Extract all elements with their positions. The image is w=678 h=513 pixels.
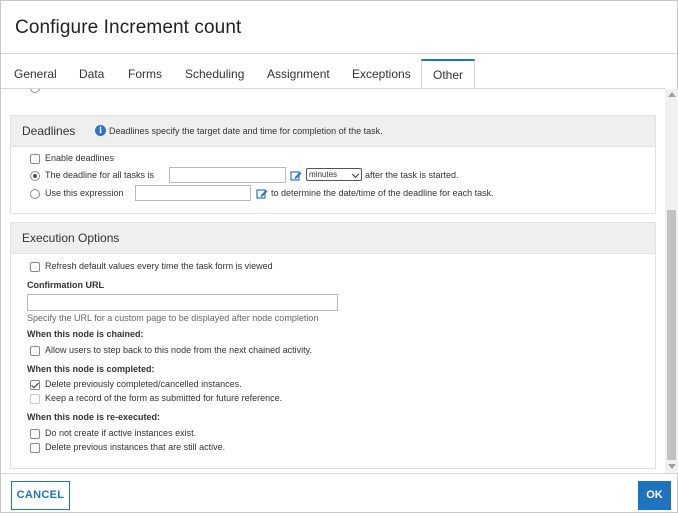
deadline-expression-input[interactable] [135,185,251,201]
refresh-defaults-checkbox[interactable] [30,262,40,272]
deadline-expression-after-text: to determine the date/time of the deadli… [271,188,494,198]
edit-icon[interactable] [256,188,268,200]
deadline-unit-select[interactable]: minutes [306,168,362,181]
ok-button[interactable]: OK [638,481,671,510]
chevron-down-icon [351,170,360,179]
tab-content: Deadlines i Deadlines specify the target… [1,89,665,473]
delete-active-checkbox[interactable] [30,443,40,453]
execution-options-title: Execution Options [22,231,120,245]
configure-dialog: Configure Increment count General Data F… [0,0,678,513]
tab-assignment[interactable]: Assignment [265,59,332,89]
deadline-fixed-input[interactable] [169,167,286,183]
tab-bar: General Data Forms Scheduling Assignment… [1,59,677,89]
deadline-after-text: after the task is started. [365,170,459,180]
reexecuted-heading: When this node is re-executed: [27,412,161,422]
enable-deadlines-checkbox[interactable] [30,154,40,164]
hidden-radio[interactable] [30,89,40,93]
vertical-scrollbar[interactable] [665,89,678,473]
title-divider [1,53,677,54]
deadline-expression-radio[interactable] [30,189,40,199]
tab-exceptions[interactable]: Exceptions [350,59,413,89]
confirmation-url-input[interactable] [27,294,338,311]
keep-record-label: Keep a record of the form as submitted f… [45,393,283,403]
scrollbar-thumb[interactable] [667,210,676,460]
completed-heading: When this node is completed: [27,364,155,374]
deadlines-panel: Deadlines i Deadlines specify the target… [10,115,656,214]
dialog-title: Configure Increment count [15,17,242,38]
tab-data[interactable]: Data [77,59,106,89]
deadline-expression-label: Use this expression [45,188,124,198]
tab-other[interactable]: Other [421,59,476,89]
no-create-active-checkbox[interactable] [30,429,40,439]
info-icon: i [95,125,106,136]
edit-icon[interactable] [290,170,302,182]
allow-step-back-label: Allow users to step back to this node fr… [45,345,312,355]
footer-divider [1,473,677,474]
enable-deadlines-label: Enable deadlines [45,153,115,163]
no-create-active-label: Do not create if active instances exist. [45,428,197,438]
delete-completed-label: Delete previously completed/cancelled in… [45,379,242,389]
confirmation-url-label: Confirmation URL [27,280,104,290]
allow-step-back-checkbox[interactable] [30,346,40,356]
deadline-fixed-label: The deadline for all tasks is [45,170,155,180]
deadline-fixed-radio[interactable] [30,171,40,181]
deadlines-header: Deadlines i Deadlines specify the target… [11,116,655,147]
scroll-up-icon[interactable] [668,92,676,97]
execution-options-header: Execution Options [11,223,655,254]
deadline-unit-value: minutes [309,170,338,179]
scroll-down-icon[interactable] [668,464,676,469]
deadlines-title: Deadlines [22,124,76,138]
tab-scheduling[interactable]: Scheduling [183,59,246,89]
refresh-defaults-label: Refresh default values every time the ta… [45,261,273,271]
chained-heading: When this node is chained: [27,329,144,339]
confirmation-url-hint: Specify the URL for a custom page to be … [27,313,319,323]
cancel-button[interactable]: CANCEL [11,481,70,510]
keep-record-checkbox[interactable] [30,394,40,404]
deadlines-info: Deadlines specify the target date and ti… [109,126,383,136]
delete-active-label: Delete previous instances that are still… [45,442,226,452]
delete-completed-checkbox[interactable] [30,380,40,390]
tab-forms[interactable]: Forms [126,59,164,89]
execution-options-panel: Execution Options Refresh default values… [10,222,656,469]
tab-general[interactable]: General [12,59,59,89]
